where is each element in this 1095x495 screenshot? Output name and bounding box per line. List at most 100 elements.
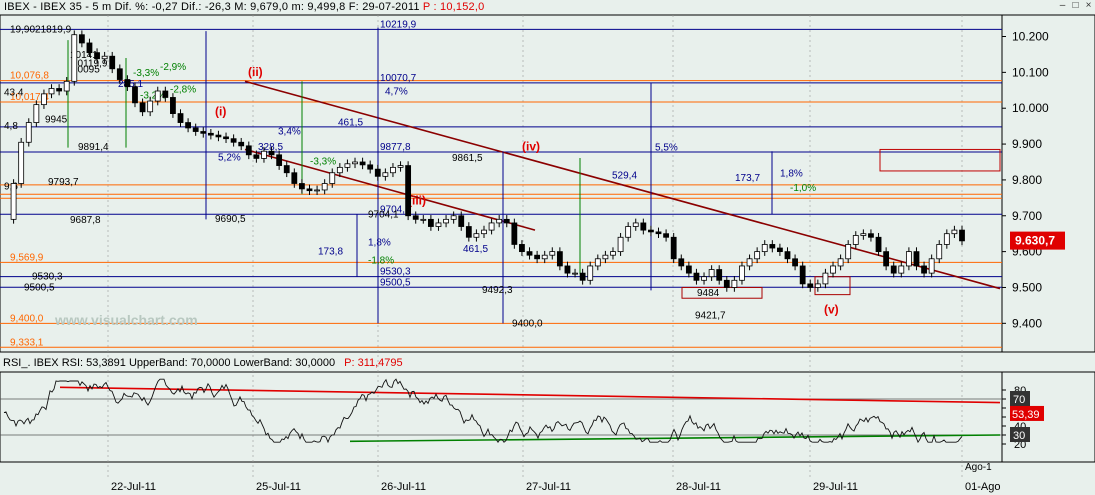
- candle-body: [101, 55, 108, 60]
- price-chart[interactable]: 22-Jul-11 25-Jul-11 26-Jul-11 27-Jul-11 28-J…: [0, 0, 1095, 495]
- candle-body: [905, 251, 912, 267]
- candle-body: [48, 88, 55, 95]
- candle-body: [139, 102, 146, 113]
- rsi-lower-badge-text: 30: [1013, 430, 1025, 442]
- level-label: 9,333,1: [10, 337, 44, 348]
- left-label: 9704,1: [368, 209, 399, 220]
- candle-body: [177, 113, 184, 123]
- candle-body: [837, 258, 844, 267]
- pct-label: 1,8%: [780, 168, 803, 179]
- candle-body: [716, 269, 723, 281]
- pct-label: -3,2%: [140, 91, 166, 102]
- candle-body: [898, 265, 905, 274]
- rsi-p-label: P: 311,4795: [344, 357, 403, 369]
- candle-body: [116, 68, 123, 80]
- rsi-last-badge-text: 53,39: [1012, 409, 1040, 421]
- left-label: 9500,5: [24, 282, 55, 293]
- candle-body: [314, 189, 320, 192]
- level-label: 9500,5: [380, 277, 411, 288]
- candle-body: [739, 265, 745, 281]
- candle-body: [792, 258, 798, 267]
- chart-window: IBEX - IBEX 35 - 5 m Dif. %: -0,27 Dif.:…: [0, 0, 1095, 495]
- candle-body: [921, 265, 927, 274]
- candle-body: [799, 265, 806, 285]
- pct-label: -1,8%: [368, 256, 394, 267]
- pct-label: -1,0%: [790, 183, 816, 194]
- left-label: 4,8: [4, 121, 18, 132]
- candle-body: [860, 233, 867, 236]
- candle-body: [655, 231, 662, 235]
- left-label: 19,9021819,9: [10, 24, 72, 35]
- left-label: 9421,7: [695, 311, 726, 322]
- left-label: 9861,5: [452, 153, 483, 164]
- left-label: 9690,5: [215, 214, 246, 225]
- pct-label: -2,9%: [160, 62, 186, 73]
- candle-body: [761, 244, 768, 253]
- candle-body: [450, 215, 457, 220]
- candle-body: [594, 258, 601, 267]
- candle-body: [693, 272, 700, 281]
- pct-label: 285,1: [118, 79, 143, 90]
- y-tick-label: 10.000: [1012, 101, 1049, 115]
- candle-body: [708, 269, 715, 278]
- level-label: 10070,7: [380, 73, 417, 84]
- pct-label: 173,7: [735, 173, 760, 184]
- candle-body: [124, 79, 131, 88]
- candle-body: [913, 251, 920, 267]
- x-tick-label: Ago-1: [965, 462, 992, 473]
- candle-body: [777, 247, 783, 253]
- candle-body: [268, 150, 275, 156]
- pct-label: 529,4: [612, 170, 637, 181]
- level-label: 9,569,9: [10, 252, 44, 263]
- candle-body: [746, 258, 753, 267]
- candle-body: [71, 34, 78, 82]
- x-tick-label: 27-Jul-11: [526, 481, 571, 493]
- candle-body: [245, 145, 252, 156]
- candle-body: [283, 165, 290, 174]
- candle-body: [94, 52, 100, 60]
- candle-body: [701, 276, 707, 281]
- candle-body: [223, 136, 229, 140]
- left-label: 9793,7: [48, 177, 79, 188]
- candle-body: [617, 236, 624, 253]
- x-tick-label: 01-Ago: [965, 481, 1000, 493]
- left-label: 9400,0: [512, 318, 543, 329]
- pct-label: 461,5: [463, 244, 488, 255]
- x-tick-label: 28-Jul-11: [676, 481, 721, 493]
- level-label: 10219,9: [380, 19, 417, 30]
- candle-body: [238, 141, 245, 147]
- level-label: 9,400,0: [10, 313, 44, 324]
- candle-body: [132, 86, 138, 104]
- candle-body: [814, 283, 821, 288]
- left-label: 9492,3: [482, 285, 513, 296]
- x-tick-label: 29-Jul-11: [813, 481, 858, 493]
- candle-body: [928, 258, 935, 274]
- candle-body: [170, 97, 176, 114]
- x-tick-label: 22-Jul-11: [111, 481, 156, 493]
- candle-body: [86, 42, 93, 54]
- candle-body: [329, 172, 336, 184]
- candle-body: [435, 222, 442, 227]
- candle-body: [253, 154, 260, 159]
- pct-label: -3,3%: [310, 156, 336, 167]
- candle-body: [192, 127, 199, 132]
- level-label: 9530,3: [380, 267, 411, 278]
- candle-body: [632, 222, 639, 227]
- candle-body: [261, 150, 267, 159]
- candle-body: [352, 161, 358, 165]
- candle-body: [959, 229, 965, 242]
- wave-label: (ii): [248, 65, 263, 79]
- candle-body: [390, 166, 396, 174]
- left-label: 9484: [697, 288, 720, 299]
- candle-body: [830, 265, 836, 274]
- level-label: 10,076,8: [10, 71, 49, 82]
- x-tick-label: 25-Jul-11: [256, 481, 301, 493]
- candle-body: [769, 244, 776, 249]
- candle-body: [147, 100, 154, 113]
- candle-body: [883, 251, 890, 267]
- last-price-label: 9.630,7: [1015, 234, 1055, 248]
- candle-body: [875, 236, 882, 253]
- candle-body: [723, 279, 730, 288]
- candle-body: [890, 265, 897, 274]
- candle-body: [845, 244, 852, 260]
